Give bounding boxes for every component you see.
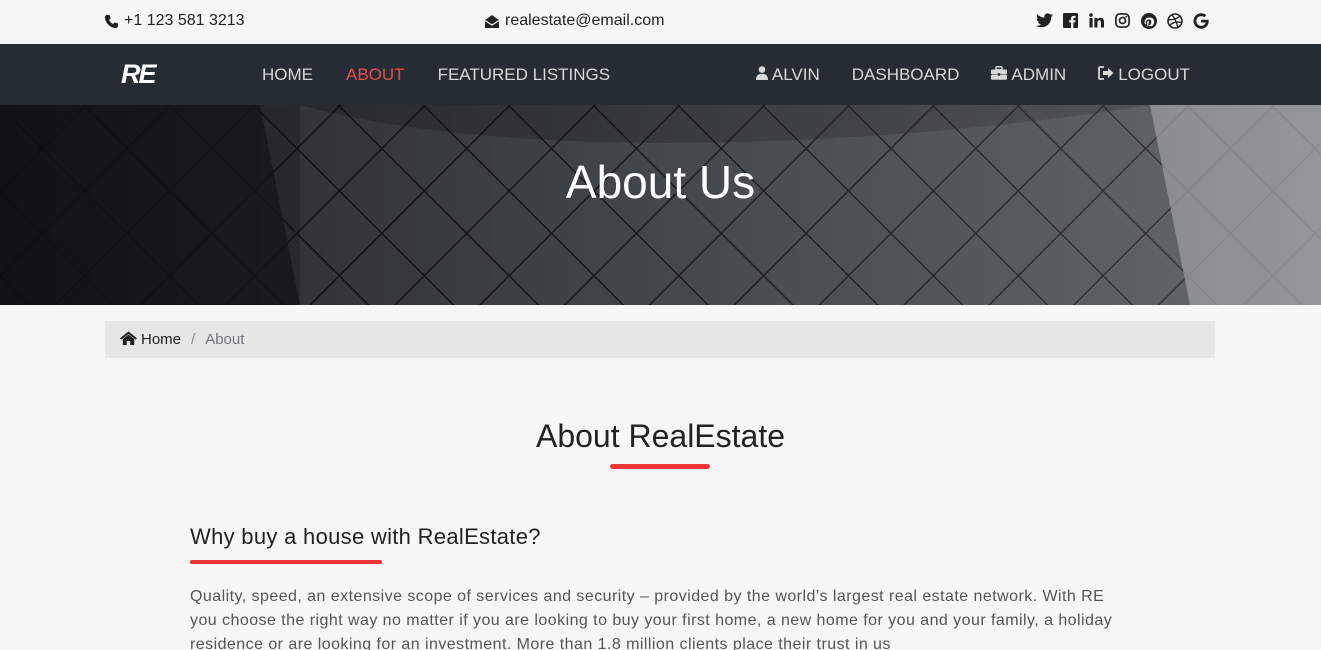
nav-user[interactable]: ALVIN (755, 65, 820, 85)
subtitle-underline (190, 560, 382, 564)
nav-home[interactable]: HOME (262, 65, 313, 85)
page-hero: About Us (0, 105, 1321, 305)
brand-logo[interactable]: RE (121, 59, 156, 90)
email-address: realestate@email.com (505, 12, 665, 29)
user-icon (755, 65, 768, 85)
nav-admin[interactable]: ADMIN (991, 65, 1066, 85)
top-bar: +1 123 581 3213 realestate@email.com (0, 0, 1321, 44)
nav-about[interactable]: ABOUT (346, 65, 405, 85)
linkedin-icon[interactable] (1088, 12, 1105, 29)
breadcrumb-separator: / (191, 331, 196, 348)
nav-user-label: ALVIN (771, 65, 820, 84)
breadcrumb-home-label: Home (141, 331, 182, 348)
envelope-open-icon (484, 14, 500, 29)
breadcrumb: Home / About (105, 321, 1215, 358)
hero-title: About Us (565, 156, 756, 208)
title-underline (610, 464, 710, 469)
breadcrumb-current: About (205, 331, 245, 348)
briefcase-icon (991, 65, 1008, 85)
twitter-icon[interactable] (1036, 12, 1053, 29)
nav-primary: HOME ABOUT FEATURED LISTINGS (262, 65, 610, 85)
nav-logout[interactable]: LOGOUT (1098, 65, 1190, 85)
dribbble-icon[interactable] (1166, 12, 1183, 29)
nav-featured-listings[interactable]: FEATURED LISTINGS (438, 65, 611, 85)
section-title: About RealEstate (535, 418, 786, 454)
main-navbar: RE HOME ABOUT FEATURED LISTINGS ALVIN DA… (0, 44, 1321, 105)
home-icon (120, 331, 137, 349)
instagram-icon[interactable] (1114, 12, 1131, 29)
contact-phone: +1 123 581 3213 (104, 12, 245, 30)
sign-out-icon (1098, 65, 1114, 85)
contact-email: realestate@email.com (484, 12, 664, 30)
sub-title: Why buy a house with RealEstate? (190, 524, 541, 549)
pinterest-icon[interactable] (1140, 12, 1157, 29)
nav-logout-label: LOGOUT (1118, 65, 1190, 84)
nav-admin-label: ADMIN (1011, 65, 1067, 84)
nav-account: ALVIN DASHBOARD ADMIN LOGOUT (755, 65, 1190, 85)
nav-dashboard[interactable]: DASHBOARD (852, 65, 960, 85)
phone-number: +1 123 581 3213 (124, 12, 245, 29)
breadcrumb-home[interactable]: Home (120, 331, 181, 349)
social-links (1036, 12, 1209, 29)
facebook-icon[interactable] (1062, 12, 1079, 29)
phone-icon (104, 14, 119, 29)
about-paragraph: Quality, speed, an extensive scope of se… (190, 588, 1113, 650)
google-icon[interactable] (1192, 12, 1209, 29)
